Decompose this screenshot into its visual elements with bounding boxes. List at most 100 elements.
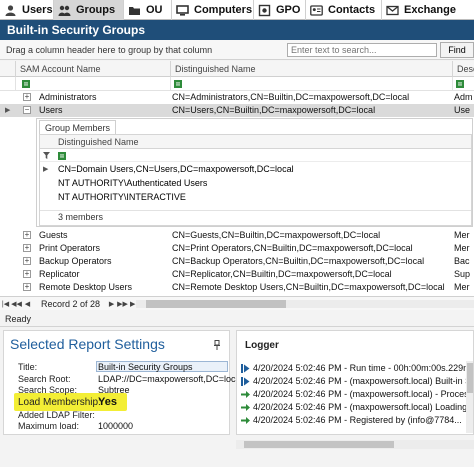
member-row[interactable]: NT AUTHORITY\Authenticated Users <box>40 177 471 190</box>
expand-toggle[interactable]: + <box>23 270 31 278</box>
table-row[interactable]: + Replicator CN=Replicator,CN=Builtin,DC… <box>0 268 474 281</box>
filter-condition-icon[interactable] <box>174 80 182 88</box>
tab-gpo[interactable]: GPO <box>254 0 306 20</box>
search-input[interactable] <box>287 43 437 57</box>
expand-toggle[interactable]: + <box>23 231 31 239</box>
green-arrow-icon <box>241 417 250 424</box>
row-indicator-icon: ▶ <box>5 107 11 114</box>
table-row-selected[interactable]: ▶ − Users CN=Users,CN=Builtin,DC=maxpowe… <box>0 104 474 117</box>
prop-value-title[interactable]: Built-in Security Groups <box>98 362 193 372</box>
tab-label: Contacts <box>328 4 376 16</box>
log-entry-text: 4/20/2024 5:02:46 PM - Run time - 00h:00… <box>253 363 474 373</box>
filter-condition-icon[interactable] <box>22 80 30 88</box>
collapse-toggle[interactable]: − <box>23 106 31 114</box>
log-entry[interactable]: 4/20/2024 5:02:46 PM - (maxpowersoft.loc… <box>237 388 473 401</box>
first-record-button[interactable]: |◀ <box>0 298 11 310</box>
grid-horizontal-scrollbar[interactable] <box>136 300 474 308</box>
logger-panel: Logger 4/20/2024 5:02:46 PM - Run time -… <box>236 330 474 435</box>
tab-group-members[interactable]: Group Members <box>39 120 117 134</box>
cell-desc: Adm <box>454 92 473 102</box>
tab-label: Users <box>22 4 53 16</box>
table-row[interactable]: + Guests CN=Guests,CN=Builtin,DC=maxpowe… <box>0 229 474 242</box>
logger-title: Logger <box>245 340 279 351</box>
cell-sam: Administrators <box>39 92 97 102</box>
log-entry-text: 4/20/2024 5:02:46 PM - (maxpowersoft.loc… <box>253 402 473 412</box>
table-row[interactable]: + Administrators CN=Administrators,CN=Bu… <box>0 91 474 104</box>
table-row[interactable]: + Backup Operators CN=Backup Operators,C… <box>0 255 474 268</box>
member-dn: CN=Domain Users,CN=Users,DC=maxpowersoft… <box>58 164 294 174</box>
member-row[interactable]: NT AUTHORITY\INTERACTIVE <box>40 191 471 204</box>
log-entry[interactable]: 4/20/2024 5:02:46 PM - Run time - 00h:00… <box>237 362 474 375</box>
column-header-description[interactable]: Desc <box>452 61 474 77</box>
next-record-button[interactable]: ▶ <box>106 298 117 310</box>
prop-value-load-membership[interactable]: Yes <box>98 396 117 408</box>
logger-horizontal-scrollbar[interactable] <box>236 440 474 449</box>
members-filter-row <box>40 149 471 162</box>
cell-sam: Replicator <box>39 269 80 279</box>
table-row[interactable]: + Print Operators CN=Print Operators,CN=… <box>0 242 474 255</box>
table-row[interactable]: + Remote Desktop Users CN=Remote Desktop… <box>0 281 474 294</box>
scrollbar-thumb[interactable] <box>146 300 286 308</box>
tab-groups[interactable]: Groups <box>54 0 124 20</box>
cell-desc: Mer <box>454 282 470 292</box>
prev-page-button[interactable]: ◀◀ <box>11 298 22 310</box>
prop-label-ldap-filter: Added LDAP Filter: <box>18 410 95 420</box>
log-entry-text: 4/20/2024 5:02:46 PM - (maxpowersoft.loc… <box>253 376 473 386</box>
prev-record-button[interactable]: ◀ <box>22 298 33 310</box>
gpo-icon <box>258 4 271 17</box>
log-entry[interactable]: 4/20/2024 5:02:46 PM - (maxpowersoft.loc… <box>237 375 473 388</box>
cell-sam: Print Operators <box>39 243 101 253</box>
log-entry[interactable]: 4/20/2024 5:02:46 PM - (maxpowersoft.loc… <box>237 401 473 414</box>
member-dn: NT AUTHORITY\INTERACTIVE <box>58 192 186 202</box>
next-page-button[interactable]: ▶▶ <box>117 298 128 310</box>
column-header-sam-account-name[interactable]: SAM Account Name <box>15 61 170 77</box>
status-bar: Ready <box>0 311 474 327</box>
scrollbar-thumb[interactable] <box>467 363 473 393</box>
logger-vertical-scrollbar[interactable] <box>466 361 473 433</box>
group-members-detail: Group Members Distinguished Name ▶ CN=Do… <box>36 118 473 227</box>
tab-ou[interactable]: OU <box>124 0 172 20</box>
tab-users[interactable]: Users <box>0 0 54 20</box>
tab-exchange[interactable]: Exchange <box>382 0 474 20</box>
filter-funnel-icon[interactable] <box>43 152 50 159</box>
info-step-icon <box>241 377 250 386</box>
expand-toggle[interactable]: + <box>23 244 31 252</box>
scrollbar-thumb[interactable] <box>244 441 394 448</box>
status-text: Ready <box>5 314 32 324</box>
log-entry-text: 4/20/2024 5:02:46 PM - (maxpowersoft.loc… <box>253 389 473 399</box>
log-entry[interactable]: 4/20/2024 5:02:46 PM - Registered by (in… <box>237 414 473 427</box>
prop-value-search-scope[interactable]: Subtree <box>98 385 130 395</box>
filter-cell-desc[interactable] <box>452 77 474 91</box>
cell-dn: CN=Backup Operators,CN=Builtin,DC=maxpow… <box>172 256 425 266</box>
tab-label: Exchange <box>404 4 456 16</box>
members-grid: Distinguished Name ▶ CN=Domain Users,CN=… <box>39 134 472 226</box>
cell-sam: Remote Desktop Users <box>39 282 133 292</box>
group-by-panel[interactable]: Drag a column header here to group by th… <box>0 40 474 60</box>
prop-value-maximum-load[interactable]: 1000000 <box>98 421 133 431</box>
cell-dn: CN=Administrators,CN=Builtin,DC=maxpower… <box>172 92 410 102</box>
filter-condition-icon[interactable] <box>456 80 464 88</box>
expand-toggle[interactable]: + <box>23 257 31 265</box>
info-step-icon <box>241 364 250 373</box>
expand-toggle[interactable]: + <box>23 283 31 291</box>
filter-cell-dn[interactable] <box>170 77 452 91</box>
settings-panel-title: Selected Report Settings <box>10 336 165 352</box>
tab-computers[interactable]: Computers <box>172 0 254 20</box>
cell-desc: Sup <box>454 269 471 279</box>
filter-condition-icon[interactable] <box>58 152 66 160</box>
find-button[interactable]: Find <box>440 42 474 58</box>
column-header-member-dn[interactable]: Distinguished Name <box>58 137 139 147</box>
cell-dn: CN=Print Operators,CN=Builtin,DC=maxpowe… <box>172 243 413 253</box>
cell-sam: Users <box>39 105 63 115</box>
prop-value-search-root[interactable]: LDAP://DC=maxpowersoft,DC=local <box>98 374 243 384</box>
tab-contacts[interactable]: Contacts <box>306 0 382 20</box>
log-entry-text: 4/20/2024 5:02:46 PM - Registered by (in… <box>253 415 462 425</box>
row-indicator-icon: ▶ <box>43 166 49 173</box>
member-row[interactable]: ▶ CN=Domain Users,CN=Users,DC=maxpowerso… <box>40 163 471 176</box>
expand-toggle[interactable]: + <box>23 93 31 101</box>
filter-cell-sam[interactable] <box>15 77 170 91</box>
column-header-distinguished-name[interactable]: Distinguished Name <box>170 61 452 77</box>
report-title-bar: Built-in Security Groups <box>0 20 474 40</box>
pin-icon[interactable] <box>213 340 221 350</box>
prop-label-search-scope: Search Scope: <box>18 385 78 395</box>
